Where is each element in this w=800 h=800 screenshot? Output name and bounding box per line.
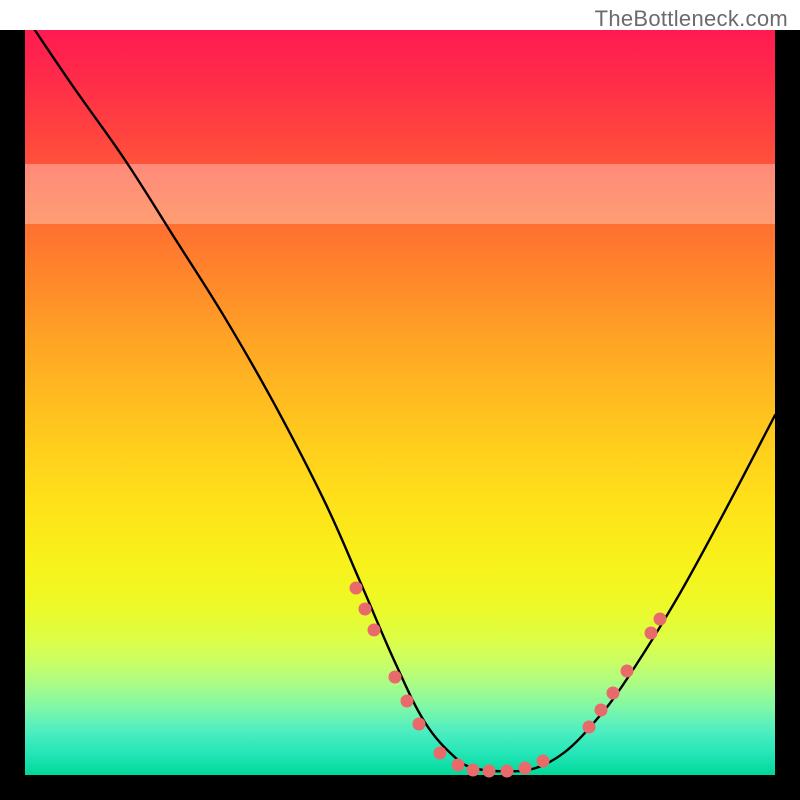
chart-curve-svg [25,30,775,775]
chart-dot [451,759,464,772]
chart-dot [433,746,446,759]
chart-curve-path [35,30,775,771]
watermark-text: TheBottleneck.com [595,6,788,32]
chart-dot [388,670,401,683]
chart-dot [358,602,371,615]
chart-dot [349,582,362,595]
chart-dot [501,765,514,778]
chart-pale-band [25,164,775,224]
chart-dot [621,665,634,678]
chart-dot [645,627,658,640]
chart-dot [537,754,550,767]
chart-dot [400,695,413,708]
chart-dot [466,763,479,776]
chart-dot [607,687,620,700]
chart-plot-area [25,30,775,775]
chart-dot [583,720,596,733]
chart-dot [519,762,532,775]
chart-dot [483,765,496,778]
chart-dot [412,718,425,731]
chart-dot [654,612,667,625]
chart-dot [595,704,608,717]
chart-outer-frame [0,30,800,800]
chart-dot [367,623,380,636]
